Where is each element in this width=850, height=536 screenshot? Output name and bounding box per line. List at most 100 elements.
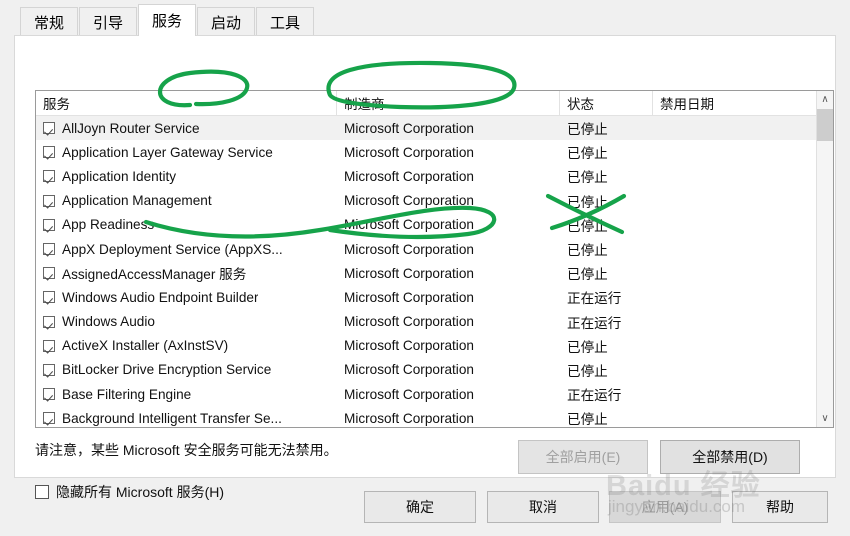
service-checkbox[interactable] [43,291,55,304]
service-state-cell: 已停止 [567,267,608,283]
table-row[interactable]: Base Filtering Engine Microsoft Corporati… [36,382,833,406]
service-state-cell: 已停止 [567,194,608,210]
column-header-maker[interactable]: 制造商 [337,91,560,115]
service-name-cell: Windows Audio [43,310,155,334]
table-header-row: 服务 制造商 状态 禁用日期 [36,91,833,116]
service-checkbox[interactable] [43,412,55,425]
service-maker-cell: Microsoft Corporation [344,217,474,233]
service-checkbox[interactable] [43,218,55,231]
service-name-cell: Application Management [43,189,212,213]
services-listbox[interactable]: 服务 制造商 状态 禁用日期 AllJoyn Router Service Micros… [35,90,834,428]
disable-all-button[interactable]: 全部禁用(D) [660,440,800,474]
service-maker-cell: Microsoft Corporation [344,362,474,378]
table-row[interactable]: Background Intelligent Transfer Se... Mic… [36,406,833,428]
scroll-up-icon[interactable]: ∧ [817,91,833,108]
service-maker-cell: Microsoft Corporation [344,410,474,426]
service-name-label: AllJoyn Router Service [62,120,200,136]
service-checkbox[interactable] [43,388,55,401]
service-name-cell: AssignedAccessManager 服务 [43,261,246,285]
service-name-label: ActiveX Installer (AxInstSV) [62,338,229,354]
service-state-cell: 正在运行 [567,291,622,307]
service-checkbox[interactable] [43,339,55,352]
service-state-cell: 已停止 [567,339,608,355]
service-maker-cell: Microsoft Corporation [344,338,474,354]
service-checkbox[interactable] [43,243,55,256]
service-checkbox[interactable] [43,146,55,159]
service-name-label: App Readiness [62,217,155,233]
tab-0[interactable]: 常规 [20,7,78,36]
service-checkbox[interactable] [43,315,55,328]
services-panel: 服务 制造商 状态 禁用日期 AllJoyn Router Service Micros… [14,35,836,500]
service-name-cell: Application Identity [43,164,176,188]
tab-3[interactable]: 启动 [197,7,255,36]
table-row[interactable]: AssignedAccessManager 服务 Microsoft Corpor… [36,261,833,285]
service-name-label: Application Management [62,193,212,209]
table-row[interactable]: Windows Audio Microsoft Corporation 正在运行 [36,310,833,334]
checkbox-box-icon[interactable] [35,485,49,499]
cancel-button[interactable]: 取消 [487,491,599,523]
hide-all-microsoft-services-checkbox[interactable]: 隐藏所有 Microsoft 服务(H) [35,482,224,502]
table-row[interactable]: BitLocker Drive Encryption Service Micros… [36,358,833,382]
service-state-cell: 已停止 [567,243,608,259]
column-header-name[interactable]: 服务 [36,91,337,115]
service-name-cell: App Readiness [43,213,154,237]
service-maker-cell: Microsoft Corporation [344,265,474,281]
apply-button[interactable]: 应用(A) [609,491,721,523]
service-checkbox[interactable] [43,122,55,135]
tab-2[interactable]: 服务 [138,4,196,36]
service-checkbox[interactable] [43,267,55,280]
service-state-cell: 已停止 [567,363,608,379]
ok-button[interactable]: 确定 [364,491,476,523]
service-maker-cell: Microsoft Corporation [344,168,474,184]
vertical-scrollbar[interactable]: ∧ ∨ [816,91,833,427]
service-name-label: Windows Audio [62,314,155,330]
service-name-cell: BitLocker Drive Encryption Service [43,358,271,382]
hide-all-microsoft-services-label: 隐藏所有 Microsoft 服务(H) [56,484,224,500]
service-name-label: Application Layer Gateway Service [62,144,273,160]
table-body[interactable]: AllJoyn Router Service Microsoft Corporat… [36,116,833,427]
service-name-cell: Application Layer Gateway Service [43,140,273,164]
table-row[interactable]: Application Identity Microsoft Corporatio… [36,164,833,188]
service-name-cell: AllJoyn Router Service [43,116,200,140]
enable-all-button[interactable]: 全部启用(E) [518,440,648,474]
column-header-state[interactable]: 状态 [560,91,653,115]
service-name-label: AssignedAccessManager 服务 [62,267,247,283]
service-maker-cell: Microsoft Corporation [344,193,474,209]
table-row[interactable]: Application Layer Gateway Service Microso… [36,140,833,164]
table-row[interactable]: Windows Audio Endpoint Builder Microsoft … [36,285,833,309]
service-name-cell: Windows Audio Endpoint Builder [43,285,258,309]
table-row[interactable]: App Readiness Microsoft Corporation 已停止 [36,213,833,237]
column-header-date[interactable]: 禁用日期 [653,91,817,115]
service-name-label: Windows Audio Endpoint Builder [62,289,259,305]
service-maker-cell: Microsoft Corporation [344,120,474,136]
tab-strip: 常规 引导 服务 启动 工具 [0,0,850,36]
service-checkbox[interactable] [43,170,55,183]
service-state-cell: 已停止 [567,170,608,186]
table-row[interactable]: Application Management Microsoft Corporat… [36,189,833,213]
service-state-cell: 已停止 [567,412,608,428]
service-maker-cell: Microsoft Corporation [344,289,474,305]
service-state-cell: 正在运行 [567,388,622,404]
service-maker-cell: Microsoft Corporation [344,241,474,257]
table-row[interactable]: AppX Deployment Service (AppXS... Microso… [36,237,833,261]
tab-1[interactable]: 引导 [79,7,137,36]
service-name-label: AppX Deployment Service (AppXS... [62,241,283,257]
service-name-cell: AppX Deployment Service (AppXS... [43,237,283,261]
service-name-label: Background Intelligent Transfer Se... [62,410,282,426]
tab-4[interactable]: 工具 [256,7,314,36]
help-button[interactable]: 帮助 [732,491,828,523]
service-checkbox[interactable] [43,194,55,207]
table-row[interactable]: AllJoyn Router Service Microsoft Corporat… [36,116,833,141]
service-state-cell: 已停止 [567,218,608,234]
service-name-label: BitLocker Drive Encryption Service [62,362,272,378]
service-state-cell: 已停止 [567,146,608,162]
scrollbar-thumb[interactable] [817,109,833,141]
scroll-down-icon[interactable]: ∨ [817,410,833,427]
table-row[interactable]: ActiveX Installer (AxInstSV) Microsoft Co… [36,334,833,358]
service-maker-cell: Microsoft Corporation [344,144,474,160]
service-maker-cell: Microsoft Corporation [344,386,474,402]
service-name-cell: ActiveX Installer (AxInstSV) [43,334,228,358]
service-state-cell: 已停止 [567,122,608,138]
service-name-label: Base Filtering Engine [62,386,192,402]
service-checkbox[interactable] [43,363,55,376]
